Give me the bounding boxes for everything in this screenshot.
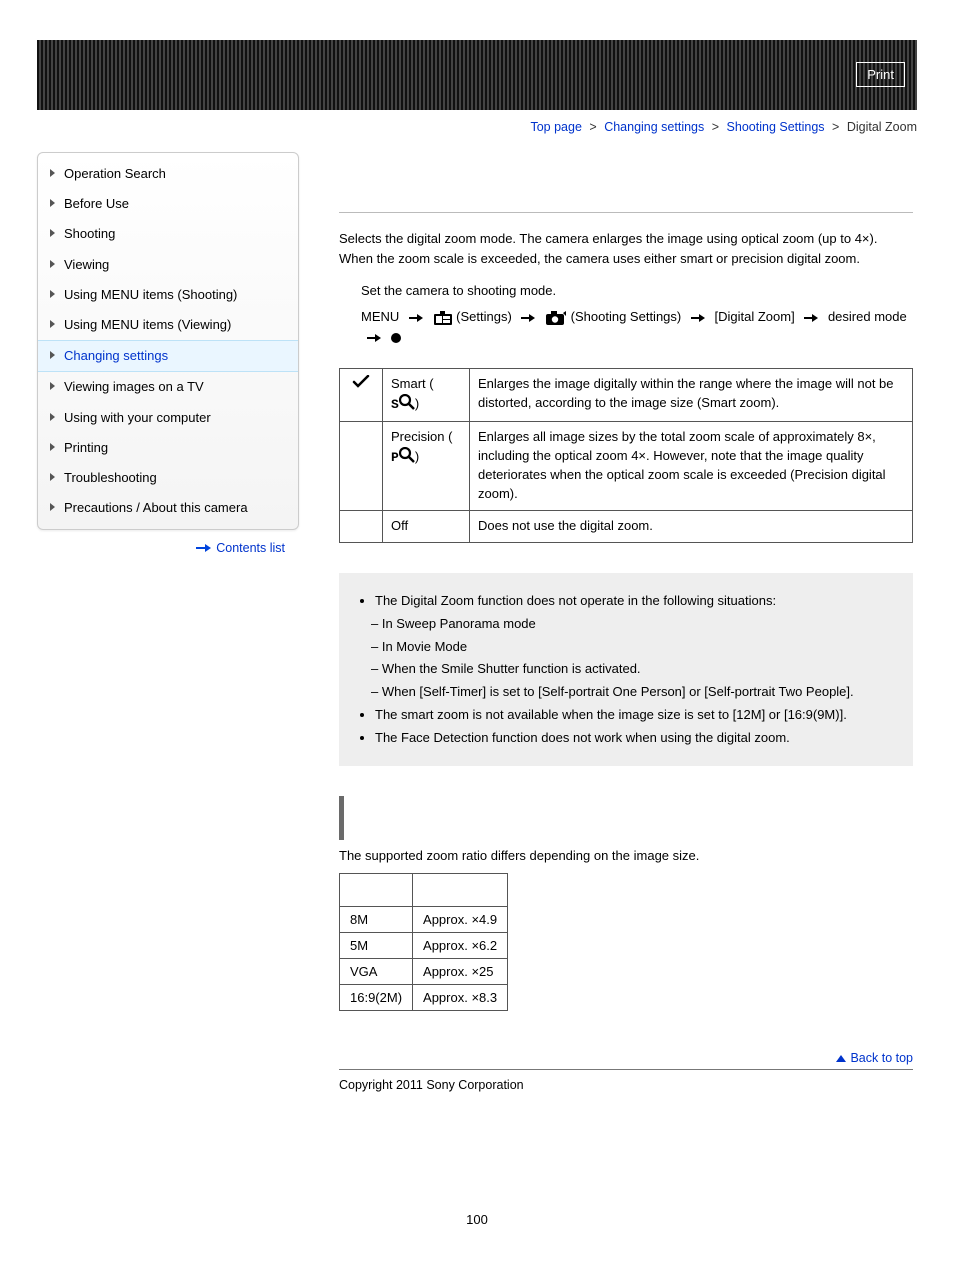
- step-1: Set the camera to shooting mode.: [339, 281, 913, 301]
- arrow-right-icon: [196, 544, 212, 552]
- arrow-icon: [804, 314, 818, 322]
- mag-prefix: P: [391, 450, 399, 465]
- sidebar-item[interactable]: Operation Search: [38, 159, 298, 189]
- back-to-top-link[interactable]: Back to top: [850, 1051, 913, 1065]
- sidebar-item[interactable]: Before Use: [38, 189, 298, 219]
- sidebar-item[interactable]: Using with your computer: [38, 403, 298, 433]
- sidebar-item[interactable]: Printing: [38, 433, 298, 463]
- ratio-size: 16:9(2M): [340, 985, 413, 1011]
- ok-dot-icon: [391, 333, 401, 343]
- crumb-sep: >: [832, 120, 839, 134]
- table-row: Precision ( P) Enlarges all image sizes …: [340, 422, 913, 510]
- settings-icon: [433, 310, 453, 326]
- option-label-text: Precision (: [391, 429, 452, 444]
- breadcrumb: Top page > Changing settings > Shooting …: [37, 120, 917, 134]
- sidebar-item-active[interactable]: Changing settings: [38, 340, 298, 372]
- copyright: Copyright 2011 Sony Corporation: [339, 1069, 913, 1092]
- checkmark-icon: [352, 375, 370, 389]
- ratio-size: 5M: [340, 933, 413, 959]
- ratio-size: 8M: [340, 907, 413, 933]
- magnifier-icon: [399, 447, 415, 469]
- step-2: MENU (Settings) (Shooting Settings) [Dig…: [339, 307, 913, 347]
- sidebar-item[interactable]: Shooting: [38, 219, 298, 249]
- sidebar-item[interactable]: Precautions / About this camera: [38, 493, 298, 523]
- step-1-text: Set the camera to shooting mode.: [361, 283, 556, 298]
- crumb-sep: >: [589, 120, 596, 134]
- option-label: Precision ( P): [383, 422, 470, 510]
- arrow-icon: [409, 314, 423, 322]
- check-cell: [340, 510, 383, 542]
- intro-text: Selects the digital zoom mode. The camer…: [339, 229, 913, 269]
- note-item: The Digital Zoom function does not opera…: [375, 591, 895, 611]
- note-sub-item: In Sweep Panorama mode: [385, 614, 895, 634]
- arrow-icon: [521, 314, 535, 322]
- crumb-top[interactable]: Top page: [530, 120, 581, 134]
- mag-prefix: S: [391, 397, 399, 412]
- option-label-suffix: ): [415, 449, 419, 464]
- crumb-changing[interactable]: Changing settings: [604, 120, 704, 134]
- back-to-top-row: Back to top: [339, 1051, 913, 1065]
- sidebar-item[interactable]: Using MENU items (Viewing): [38, 310, 298, 340]
- print-button[interactable]: Print: [856, 62, 905, 87]
- digital-zoom-label: [Digital Zoom]: [715, 309, 795, 324]
- table-row: Smart ( S) Enlarges the image digitally …: [340, 368, 913, 422]
- note-item: The Face Detection function does not wor…: [375, 728, 895, 748]
- check-cell: [340, 422, 383, 510]
- ratio-header: [340, 874, 413, 907]
- table-row: 5MApprox. ×6.2: [340, 933, 508, 959]
- ratio-zoom: Approx. ×8.3: [413, 985, 508, 1011]
- ratio-table: 8MApprox. ×4.9 5MApprox. ×6.2 VGAApprox.…: [339, 873, 508, 1011]
- sidebar: Operation Search Before Use Shooting Vie…: [37, 152, 299, 530]
- note-sub-item: When [Self-Timer] is set to [Self-portra…: [385, 682, 895, 702]
- shooting-settings-label: (Shooting Settings): [571, 309, 682, 324]
- contents-list-link[interactable]: Contents list: [216, 541, 285, 555]
- note-item: The smart zoom is not available when the…: [375, 705, 895, 725]
- contents-list-row: Contents list: [37, 530, 299, 559]
- camera-icon: [545, 310, 567, 326]
- options-table: Smart ( S) Enlarges the image digitally …: [339, 368, 913, 543]
- magnifier-icon: [399, 394, 415, 416]
- note-sub-item: When the Smile Shutter function is activ…: [385, 659, 895, 679]
- divider: [339, 212, 913, 213]
- notes-box: The Digital Zoom function does not opera…: [339, 573, 913, 767]
- sidebar-item[interactable]: Troubleshooting: [38, 463, 298, 493]
- crumb-sep: >: [712, 120, 719, 134]
- page-number: 100: [37, 1212, 917, 1227]
- option-label-text: Smart (: [391, 376, 434, 391]
- triangle-up-icon: [836, 1055, 846, 1062]
- ratio-zoom: Approx. ×6.2: [413, 933, 508, 959]
- main-content: Selects the digital zoom mode. The camer…: [299, 152, 917, 1092]
- check-cell: [340, 368, 383, 422]
- sidebar-item[interactable]: Using MENU items (Shooting): [38, 280, 298, 310]
- ratio-size: VGA: [340, 959, 413, 985]
- sidebar-item[interactable]: Viewing images on a TV: [38, 372, 298, 402]
- section-bar: [339, 796, 913, 840]
- ratio-intro: The supported zoom ratio differs dependi…: [339, 848, 913, 863]
- settings-label: (Settings): [456, 309, 512, 324]
- ratio-zoom: Approx. ×4.9: [413, 907, 508, 933]
- menu-label: MENU: [361, 309, 399, 324]
- ratio-header: [413, 874, 508, 907]
- arrow-icon: [691, 314, 705, 322]
- option-desc: Does not use the digital zoom.: [470, 510, 913, 542]
- note-sub-item: In Movie Mode: [385, 637, 895, 657]
- crumb-current: Digital Zoom: [847, 120, 917, 134]
- desired-mode-label: desired mode: [828, 309, 907, 324]
- ratio-zoom: Approx. ×25: [413, 959, 508, 985]
- sidebar-item[interactable]: Viewing: [38, 250, 298, 280]
- table-row: 16:9(2M)Approx. ×8.3: [340, 985, 508, 1011]
- crumb-shooting[interactable]: Shooting Settings: [727, 120, 825, 134]
- option-label-suffix: ): [415, 396, 419, 411]
- option-label: Off: [383, 510, 470, 542]
- top-banner: Print: [37, 40, 917, 110]
- option-desc: Enlarges the image digitally within the …: [470, 368, 913, 422]
- table-row: VGAApprox. ×25: [340, 959, 508, 985]
- option-label: Smart ( S): [383, 368, 470, 422]
- arrow-icon: [367, 334, 381, 342]
- table-row: Off Does not use the digital zoom.: [340, 510, 913, 542]
- option-desc: Enlarges all image sizes by the total zo…: [470, 422, 913, 510]
- table-row: 8MApprox. ×4.9: [340, 907, 508, 933]
